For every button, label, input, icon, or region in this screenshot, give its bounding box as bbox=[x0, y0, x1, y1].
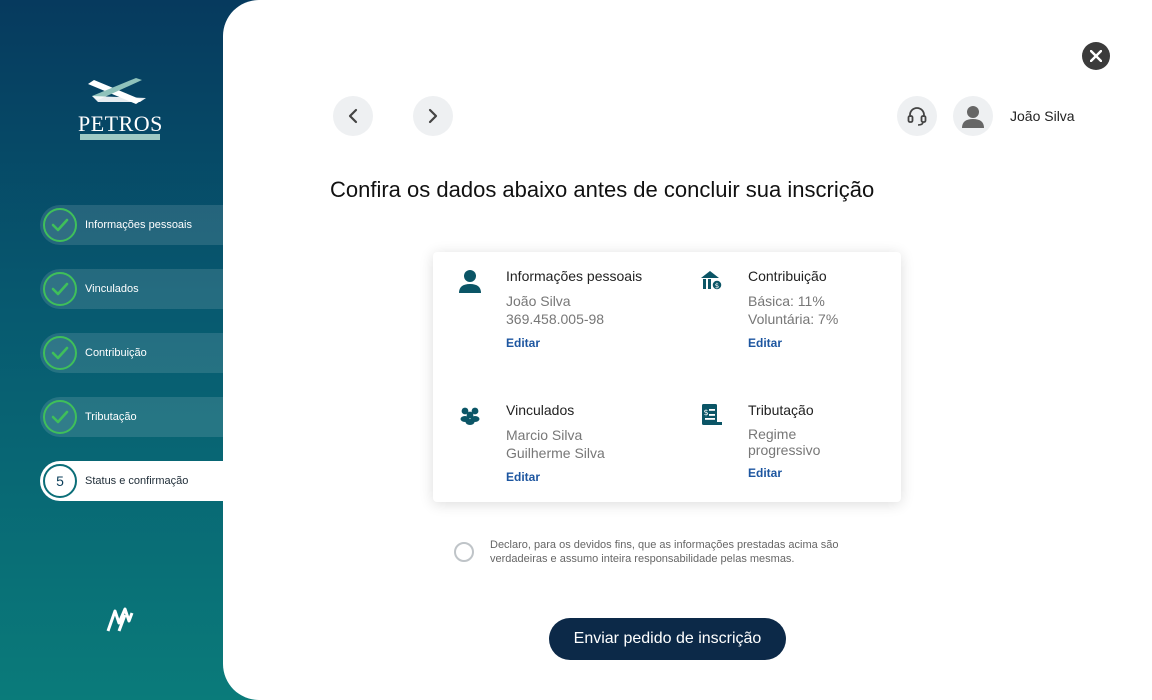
step-label: Contribuição bbox=[85, 347, 147, 359]
chevron-left-icon bbox=[348, 108, 358, 124]
petros-logo: PETROS bbox=[78, 78, 162, 142]
step-number-badge: 5 bbox=[43, 464, 77, 498]
close-button[interactable] bbox=[1082, 42, 1110, 70]
check-icon bbox=[43, 208, 77, 242]
person-cpf: 369.458.005-98 bbox=[506, 311, 605, 327]
brand-mark-icon bbox=[105, 605, 135, 635]
edit-linked-link[interactable]: Editar bbox=[506, 470, 706, 484]
main-panel: João Silva Confira os dados abaixo antes… bbox=[223, 0, 1152, 700]
step-tributacao[interactable]: Tributação bbox=[40, 397, 240, 437]
svg-text:$: $ bbox=[715, 282, 719, 290]
contribution-icon: $ bbox=[699, 268, 725, 294]
headset-icon bbox=[907, 107, 927, 126]
step-contribuicao[interactable]: Contribuição bbox=[40, 333, 240, 373]
step-informacoes-pessoais[interactable]: Informações pessoais bbox=[40, 205, 240, 245]
section-title: Vinculados bbox=[506, 402, 575, 418]
person-name: João Silva bbox=[506, 293, 571, 309]
declaration-text: Declaro, para os devidos fins, que as in… bbox=[490, 539, 839, 565]
back-button[interactable] bbox=[333, 96, 373, 136]
step-status-confirmacao[interactable]: 5 Status e confirmação bbox=[40, 461, 240, 501]
step-vinculados[interactable]: Vinculados bbox=[40, 269, 240, 309]
step-label: Tributação bbox=[85, 411, 137, 423]
declaration-radio[interactable] bbox=[454, 542, 474, 562]
user-icon bbox=[962, 106, 984, 128]
receipt-icon: $ bbox=[699, 402, 725, 428]
linked-section: Vinculados Marcio Silva Guilherme Silva … bbox=[460, 402, 706, 484]
check-icon bbox=[43, 400, 77, 434]
linked-person: Marcio Silva bbox=[506, 427, 583, 443]
user-name[interactable]: João Silva bbox=[1010, 108, 1075, 124]
avatar[interactable] bbox=[953, 96, 993, 136]
check-icon bbox=[43, 272, 77, 306]
close-icon bbox=[1090, 50, 1102, 62]
section-title: Contribuição bbox=[748, 268, 827, 284]
contribution-basic: Básica: 11% bbox=[748, 293, 825, 309]
step-label: Vinculados bbox=[85, 283, 139, 295]
section-title: Tributação bbox=[748, 402, 814, 418]
edit-taxation-link[interactable]: Editar bbox=[748, 466, 848, 480]
section-title: Informações pessoais bbox=[506, 268, 643, 284]
person-icon bbox=[457, 268, 483, 294]
steps-list: Informações pessoais Vinculados Contribu… bbox=[40, 205, 240, 525]
sidebar: PETROS Informações pessoais Vinculados C… bbox=[0, 0, 240, 700]
taxation-section: $ Tributação Regime progressivo Editar bbox=[702, 402, 848, 480]
summary-card: Informações pessoais João Silva 369.458.… bbox=[433, 252, 901, 502]
step-label: Status e confirmação bbox=[85, 475, 189, 487]
forward-button[interactable] bbox=[413, 96, 453, 136]
chevron-right-icon bbox=[428, 108, 438, 124]
contribution-voluntary: Voluntária: 7% bbox=[748, 311, 839, 327]
step-label: Informações pessoais bbox=[85, 219, 192, 231]
linked-person: Guilherme Silva bbox=[506, 445, 605, 461]
support-button[interactable] bbox=[897, 96, 937, 136]
taxation-regime: Regime progressivo bbox=[748, 426, 821, 458]
edit-personal-link[interactable]: Editar bbox=[506, 336, 706, 350]
submit-button[interactable]: Enviar pedido de inscrição bbox=[549, 618, 786, 660]
logo-bar bbox=[80, 134, 160, 140]
personal-info-section: Informações pessoais João Silva 369.458.… bbox=[459, 268, 706, 350]
svg-text:$: $ bbox=[703, 408, 708, 417]
check-icon bbox=[43, 336, 77, 370]
step-number: 5 bbox=[56, 473, 64, 489]
contribution-section: $ Contribuição Básica: 11% Voluntária: 7… bbox=[701, 268, 948, 350]
page-title: Confira os dados abaixo antes de conclui… bbox=[330, 177, 875, 202]
edit-contribution-link[interactable]: Editar bbox=[748, 336, 948, 350]
group-icon bbox=[457, 402, 483, 428]
